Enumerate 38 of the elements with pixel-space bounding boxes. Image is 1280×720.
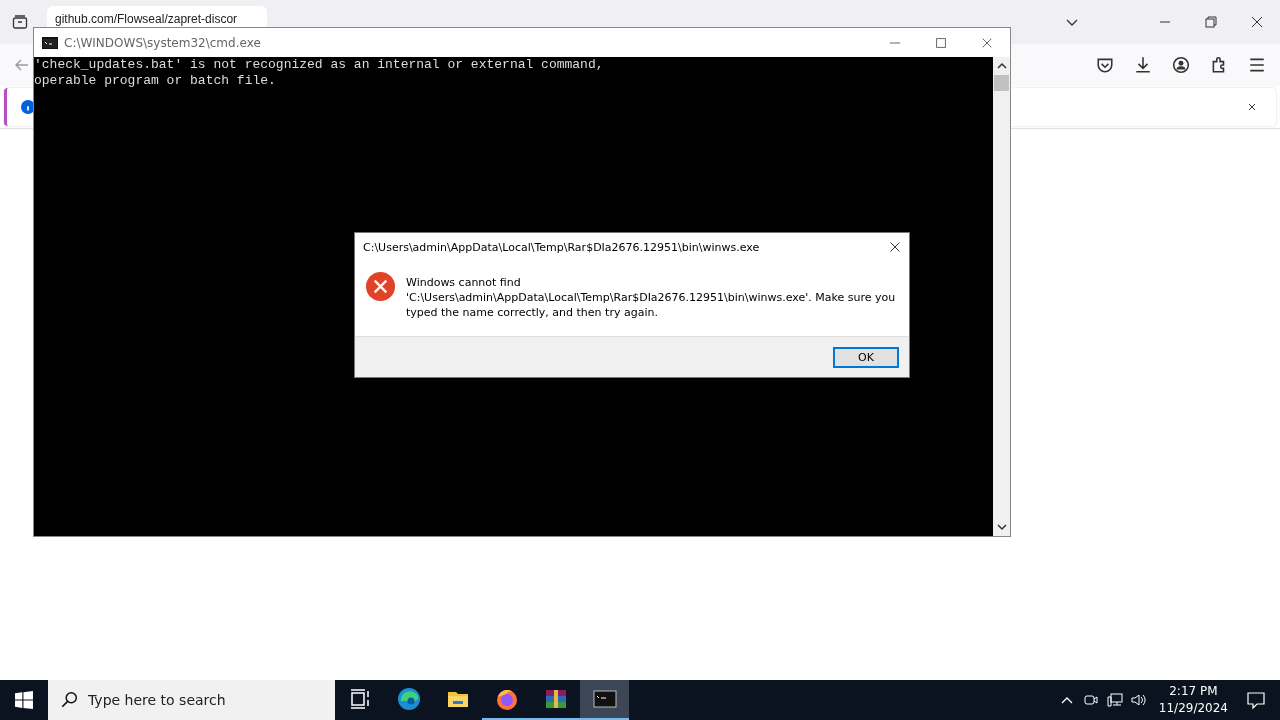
account-icon[interactable] <box>1172 56 1190 74</box>
volume-icon[interactable] <box>1130 692 1147 708</box>
scroll-thumb[interactable] <box>994 75 1009 91</box>
search-icon <box>60 691 78 709</box>
error-icon <box>365 271 396 302</box>
network-icon[interactable] <box>1106 692 1123 708</box>
search-field[interactable]: Type here to search <box>48 680 335 720</box>
back-arrow-icon[interactable] <box>14 57 30 73</box>
error-message: Windows cannot find 'C:\Users\admin\AppData\Local\Temp\Rar$DIa2676.12951\bin\winws.exe'. Make sure you typed the name correctly, and then try again. <box>406 275 896 321</box>
dialog-title: C:\Users\admin\AppData\Local\Temp\Rar$DIa2676.12951\bin\winws.exe <box>363 240 760 254</box>
edge-icon <box>396 687 421 711</box>
maximize-icon[interactable] <box>934 35 948 50</box>
download-icon[interactable] <box>1134 56 1152 74</box>
firefox-icon <box>494 687 519 711</box>
windows-start-icon[interactable] <box>15 691 33 709</box>
restore-icon[interactable] <box>1203 14 1219 30</box>
camera-icon[interactable] <box>1082 692 1099 708</box>
console-line: operable program or batch file. <box>34 73 277 89</box>
clock-time[interactable]: 2:17 PM <box>1169 683 1218 700</box>
scroll-up-icon[interactable] <box>996 62 1007 70</box>
close-icon[interactable] <box>1246 101 1258 113</box>
scrollbar[interactable] <box>993 57 1010 536</box>
console-icon <box>592 687 617 711</box>
ok-button[interactable]: OK <box>833 346 899 368</box>
scroll-down-icon[interactable] <box>996 523 1007 531</box>
window-title: C:\WINDOWS\system32\cmd.exe <box>64 35 261 50</box>
clock-date[interactable]: 11/29/2024 <box>1158 700 1228 717</box>
tab-list-icon[interactable] <box>12 14 28 30</box>
close-icon[interactable] <box>1249 14 1265 30</box>
notification-icon[interactable] <box>1246 690 1266 710</box>
browser-tab[interactable]: github.com/Flowseal/zapret-discor <box>47 6 267 27</box>
taskbar-button[interactable] <box>580 680 629 720</box>
pocket-icon[interactable] <box>1096 56 1114 74</box>
console-icon <box>42 36 58 49</box>
close-icon[interactable] <box>889 241 901 253</box>
archive-icon <box>543 687 568 711</box>
console-line: 'check_updates.bat' is not recognized as an internal or external command, <box>34 57 605 73</box>
menu-icon[interactable] <box>1248 56 1266 74</box>
